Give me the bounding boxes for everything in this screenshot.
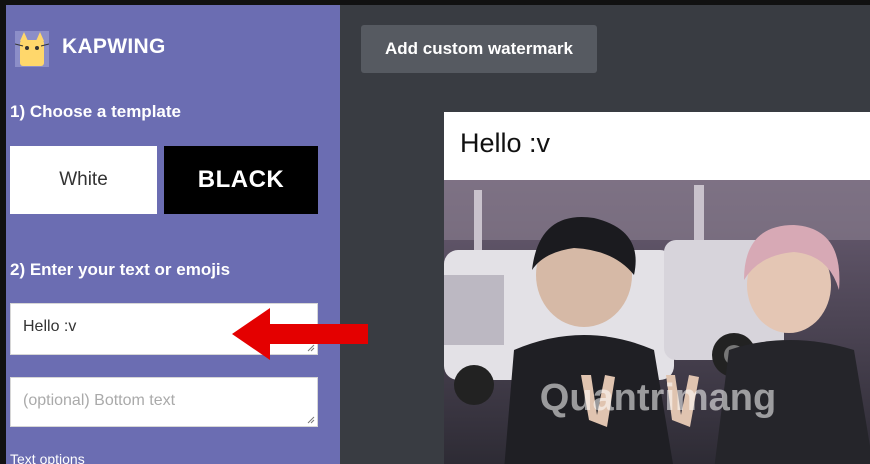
sidebar: KAPWING 1) Choose a template White BLACK…: [6, 5, 340, 464]
template-white-button[interactable]: White: [10, 146, 157, 214]
bottom-text-input[interactable]: (optional) Bottom text: [10, 377, 318, 427]
step2-label: 2) Enter your text or emojis: [10, 260, 231, 279]
meme-preview: Hello :v Quantrimang: [444, 112, 870, 464]
text-options-link[interactable]: Text options: [10, 451, 85, 464]
top-text-value: Hello :v: [23, 318, 77, 335]
photo-watermark-text: Quantrimang: [540, 377, 776, 419]
main-panel: Add custom watermark Hello :v Quantriman…: [340, 5, 870, 464]
brand-logo[interactable]: KAPWING: [14, 27, 166, 67]
bottom-text-placeholder: (optional) Bottom text: [23, 392, 176, 409]
red-arrow-icon: [232, 308, 368, 360]
preview-photo: Quantrimang: [444, 180, 870, 464]
add-watermark-button[interactable]: Add custom watermark: [361, 25, 597, 73]
cat-logo-icon: [14, 27, 50, 67]
brand-name: KAPWING: [62, 35, 166, 58]
step1-label: 1) Choose a template: [10, 102, 181, 121]
resize-grip-icon[interactable]: [307, 416, 315, 424]
template-black-button[interactable]: BLACK: [164, 146, 318, 214]
preview-title: Hello :v: [460, 128, 551, 158]
app-window: KAPWING 1) Choose a template White BLACK…: [0, 0, 870, 464]
